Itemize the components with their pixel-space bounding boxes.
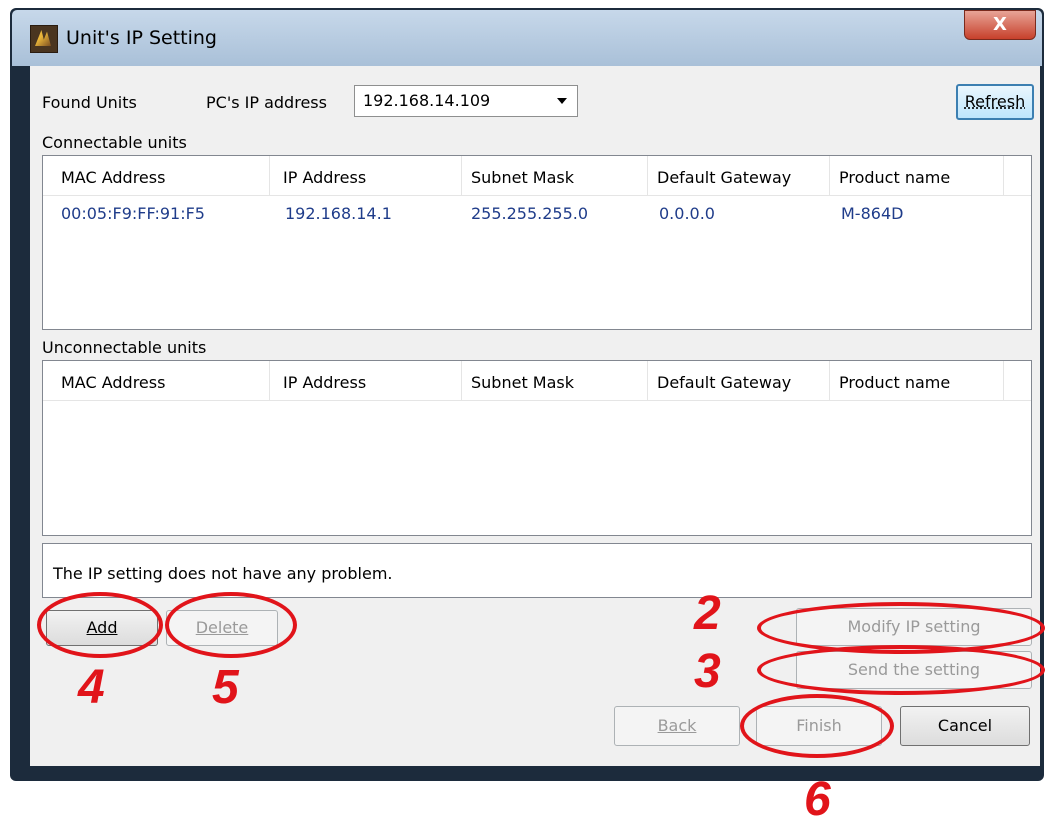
refresh-label: Refresh	[964, 92, 1026, 111]
column-divider	[269, 361, 270, 401]
annotation-number-3: 3	[694, 645, 721, 698]
close-button[interactable]: X	[964, 10, 1036, 40]
column-divider	[461, 156, 462, 196]
connectable-units-label: Connectable units	[42, 133, 187, 152]
app-icon	[30, 25, 58, 53]
annotation-number-2: 2	[694, 587, 721, 640]
refresh-button[interactable]: Refresh	[956, 84, 1034, 120]
table-row[interactable]: 00:05:F9:FF:91:F5 192.168.14.1 255.255.2…	[43, 196, 1031, 230]
annotation-number-5: 5	[212, 661, 239, 714]
column-header-product[interactable]: Product name	[839, 168, 950, 187]
pc-ip-select[interactable]: 192.168.14.109	[354, 85, 578, 117]
cell-ip: 192.168.14.1	[285, 204, 392, 223]
status-message: The IP setting does not have any problem…	[42, 543, 1032, 598]
pc-ip-value: 192.168.14.109	[363, 91, 491, 110]
column-divider	[829, 361, 830, 401]
column-divider	[647, 361, 648, 401]
column-header-subnet[interactable]: Subnet Mask	[471, 373, 574, 392]
back-button[interactable]: Back	[614, 706, 740, 746]
chevron-down-icon	[557, 98, 567, 104]
window-title: Unit's IP Setting	[66, 27, 217, 49]
column-divider	[461, 361, 462, 401]
cancel-button[interactable]: Cancel	[900, 706, 1030, 746]
column-divider	[647, 156, 648, 196]
cancel-label: Cancel	[937, 716, 993, 735]
column-header-ip[interactable]: IP Address	[283, 168, 366, 187]
cell-subnet: 255.255.255.0	[471, 204, 589, 223]
column-header-ip[interactable]: IP Address	[283, 373, 366, 392]
column-header-subnet[interactable]: Subnet Mask	[471, 168, 574, 187]
cell-mac: 00:05:F9:FF:91:F5	[61, 204, 205, 223]
annotation-ellipse-add	[37, 592, 163, 658]
annotation-number-6: 6	[804, 773, 831, 826]
column-header-mac[interactable]: MAC Address	[61, 373, 165, 392]
header-underline	[43, 400, 1031, 401]
cell-gateway: 0.0.0.0	[659, 204, 715, 223]
column-header-gateway[interactable]: Default Gateway	[657, 168, 791, 187]
column-divider	[269, 156, 270, 196]
column-header-product[interactable]: Product name	[839, 373, 950, 392]
column-divider	[1003, 361, 1004, 401]
unconnectable-units-label: Unconnectable units	[42, 338, 207, 357]
column-header-mac[interactable]: MAC Address	[61, 168, 165, 187]
column-divider	[829, 156, 830, 196]
annotation-ellipse-finish	[740, 694, 894, 758]
annotation-number-4: 4	[78, 661, 105, 714]
annotation-ellipse-send	[757, 645, 1045, 695]
connectable-units-list[interactable]: MAC Address IP Address Subnet Mask Defau…	[42, 155, 1032, 330]
column-header-gateway[interactable]: Default Gateway	[657, 373, 791, 392]
column-divider	[1003, 156, 1004, 196]
back-label: Back	[657, 716, 697, 735]
cell-product: M-864D	[841, 204, 904, 223]
unconnectable-units-list[interactable]: MAC Address IP Address Subnet Mask Defau…	[42, 360, 1032, 536]
found-units-label: Found Units	[42, 93, 137, 112]
annotation-ellipse-delete	[165, 592, 297, 658]
pc-ip-label: PC's IP address	[206, 93, 327, 112]
